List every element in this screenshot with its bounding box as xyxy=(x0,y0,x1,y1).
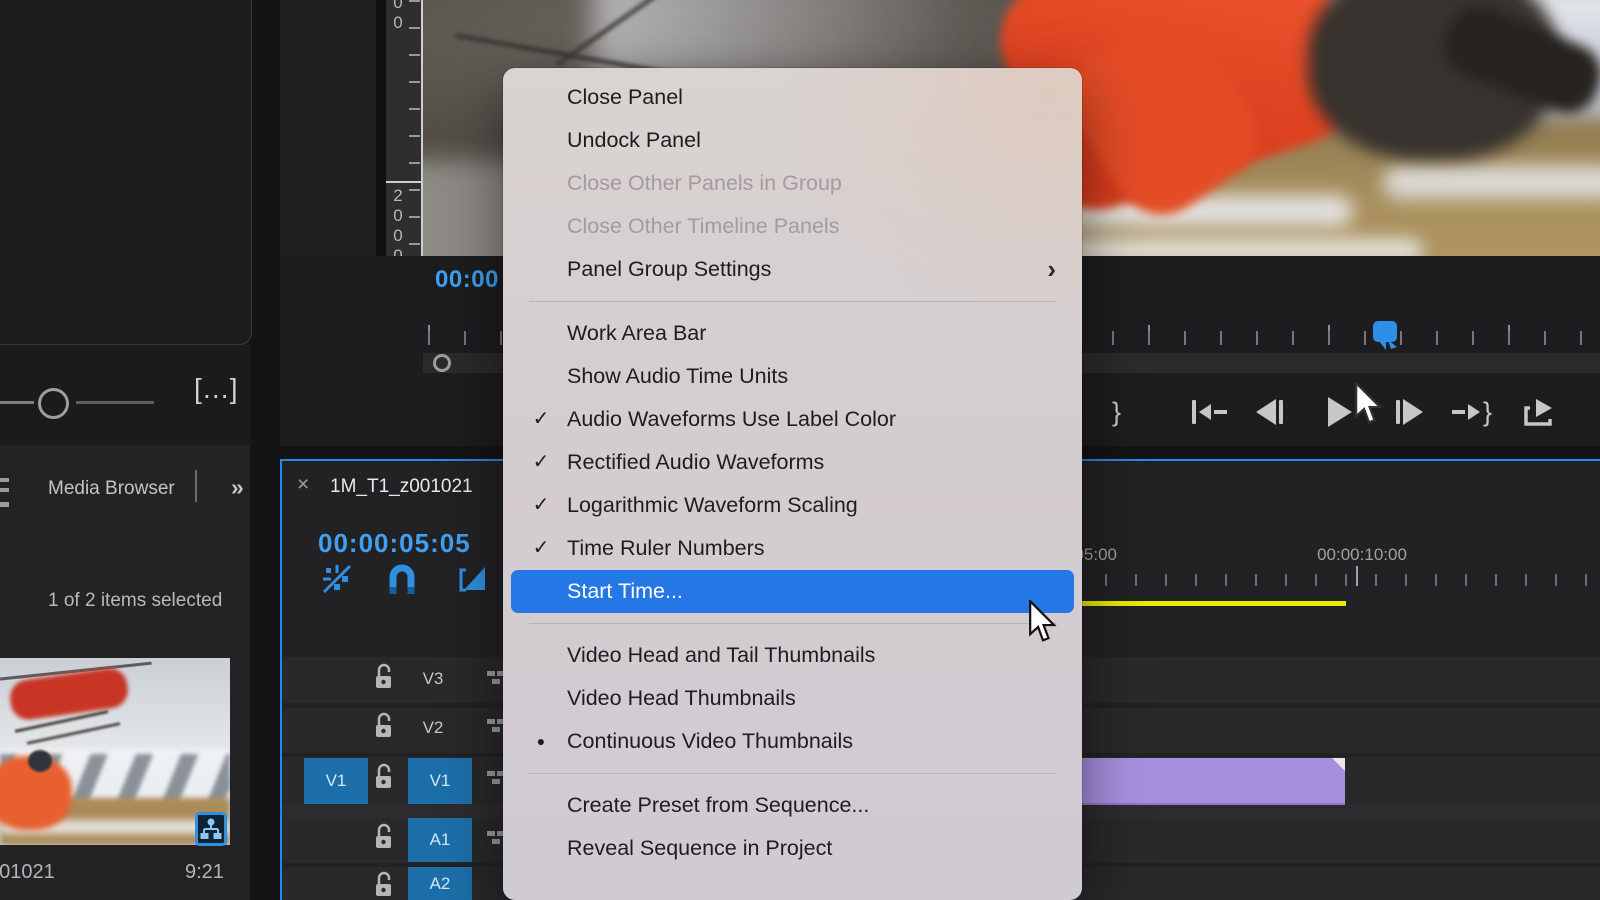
target-track-a2-button[interactable]: A2 xyxy=(408,867,472,900)
ruler-ticks xyxy=(409,0,420,256)
ruler-digit: 0 xyxy=(390,13,406,33)
media-item-name: 001021 xyxy=(0,861,55,884)
media-item-duration: 9:21 xyxy=(185,861,224,884)
menu-item-audio-waveforms-use-label-color[interactable]: ✓ Audio Waveforms Use Label Color xyxy=(503,398,1082,441)
go-to-in-button[interactable] xyxy=(1192,395,1227,429)
ruler-digit: 0 xyxy=(390,206,406,226)
program-vertical-ruler: 0 0 2 0 0 0 xyxy=(386,0,423,256)
source-patch-v1-button[interactable]: V1 xyxy=(304,758,368,804)
menu-separator xyxy=(529,773,1056,774)
program-timecode[interactable]: 00:00 xyxy=(435,266,499,294)
mark-out-button[interactable]: } xyxy=(1112,395,1121,429)
selection-status-text: 1 of 2 items selected xyxy=(48,590,222,612)
timeline-timecode[interactable]: 00:00:05:05 xyxy=(318,528,471,559)
ruler-digit: 0 xyxy=(390,0,406,13)
mouse-cursor-secondary xyxy=(1354,382,1384,431)
play-button[interactable] xyxy=(1328,395,1352,429)
menu-item-close-panel[interactable]: Close Panel xyxy=(503,76,1082,119)
button-editor-icon[interactable]: […] xyxy=(194,373,238,405)
menu-item-work-area-bar[interactable]: Work Area Bar xyxy=(503,312,1082,355)
submenu-arrow-icon: › xyxy=(1047,248,1056,291)
ruler-gap xyxy=(376,0,386,256)
menu-item-close-other-timeline-panels: Close Other Timeline Panels xyxy=(503,205,1082,248)
menu-item-rectified-audio-waveforms[interactable]: ✓ Rectified Audio Waveforms xyxy=(503,441,1082,484)
premiere-pro-app: […] 0 0 2 0 0 0 00:00 xyxy=(0,0,1600,900)
target-track-v1-button[interactable]: V1 xyxy=(408,758,472,804)
radio-dot-icon: ● xyxy=(523,720,559,763)
track-lock-icon[interactable] xyxy=(371,870,395,900)
program-playhead-marker[interactable] xyxy=(1372,320,1400,357)
source-monitor-bottom-bar: […] xyxy=(0,345,251,445)
source-monitor-empty-panel xyxy=(0,0,252,345)
mouse-cursor xyxy=(1028,600,1058,649)
panel-tab-icon-fragment xyxy=(0,476,10,515)
target-track-a1-button[interactable]: A1 xyxy=(408,818,472,862)
menu-item-undock-panel[interactable]: Undock Panel xyxy=(503,119,1082,162)
zoom-scrollbar-handle[interactable] xyxy=(38,388,69,419)
timeline-ruler-major-tick xyxy=(1356,566,1358,586)
menu-item-continuous-video-thumbnails[interactable]: ● Continuous Video Thumbnails xyxy=(503,720,1082,763)
step-back-button[interactable] xyxy=(1256,395,1283,429)
thumb-person-head xyxy=(28,750,52,772)
checkmark-icon: ✓ xyxy=(523,441,559,484)
menu-item-close-other-panels-in-group: Close Other Panels in Group xyxy=(503,162,1082,205)
tab-media-browser[interactable]: Media Browser xyxy=(48,478,175,500)
checkmark-icon: ✓ xyxy=(523,527,559,570)
export-frame-button[interactable] xyxy=(1520,395,1558,429)
timeline-context-menu: Close Panel Undock Panel Close Other Pan… xyxy=(503,68,1082,900)
menu-item-video-head-and-tail-thumbnails[interactable]: Video Head and Tail Thumbnails xyxy=(503,634,1082,677)
checkmark-icon: ✓ xyxy=(523,398,559,441)
step-forward-button[interactable] xyxy=(1396,395,1423,429)
menu-separator xyxy=(529,623,1056,624)
ruler-digit: 0 xyxy=(390,226,406,246)
go-to-out-button[interactable]: } xyxy=(1452,395,1492,429)
close-tab-icon[interactable]: × xyxy=(297,473,309,497)
ruler-digit: 2 xyxy=(390,186,406,206)
nest-sequences-icon[interactable] xyxy=(320,562,354,601)
ruler-label-10s: 00:00:10:00 xyxy=(1282,545,1442,565)
menu-item-video-head-thumbnails[interactable]: Video Head Thumbnails xyxy=(503,677,1082,720)
track-lock-icon[interactable] xyxy=(371,711,395,746)
linked-selection-icon[interactable] xyxy=(455,562,489,601)
zoom-scrollbar-track-right xyxy=(76,401,154,404)
menu-item-start-time[interactable]: Start Time... xyxy=(511,570,1074,613)
tab-edge-line xyxy=(195,470,197,502)
tab-sequence-name[interactable]: 1M_T1_z001021 xyxy=(330,476,473,498)
ruler-digit: 0 xyxy=(390,246,406,256)
track-lock-icon[interactable] xyxy=(371,662,395,697)
menu-item-time-ruler-numbers[interactable]: ✓ Time Ruler Numbers xyxy=(503,527,1082,570)
checkmark-icon: ✓ xyxy=(523,484,559,527)
track-label-v2[interactable]: V2 xyxy=(413,718,453,738)
snow-patch xyxy=(1383,165,1600,199)
program-scrollbar-handle[interactable] xyxy=(433,354,451,372)
panel-overflow-chevron[interactable]: » xyxy=(231,474,242,501)
menu-item-show-audio-time-units[interactable]: Show Audio Time Units xyxy=(503,355,1082,398)
sequence-badge-icon xyxy=(195,812,227,851)
menu-item-reveal-sequence-in-project[interactable]: Reveal Sequence in Project xyxy=(503,827,1082,870)
clip-end-fold xyxy=(1332,758,1345,771)
snap-magnet-icon[interactable] xyxy=(385,562,419,601)
track-lock-icon[interactable] xyxy=(371,762,395,797)
menu-item-panel-group-settings[interactable]: Panel Group Settings › xyxy=(503,248,1082,291)
menu-item-create-preset-from-sequence[interactable]: Create Preset from Sequence... xyxy=(503,784,1082,827)
menu-item-logarithmic-waveform-scaling[interactable]: ✓ Logarithmic Waveform Scaling xyxy=(503,484,1082,527)
track-label-v3[interactable]: V3 xyxy=(413,669,453,689)
track-lock-icon[interactable] xyxy=(371,822,395,857)
zoom-scrollbar-track-left xyxy=(0,401,34,404)
